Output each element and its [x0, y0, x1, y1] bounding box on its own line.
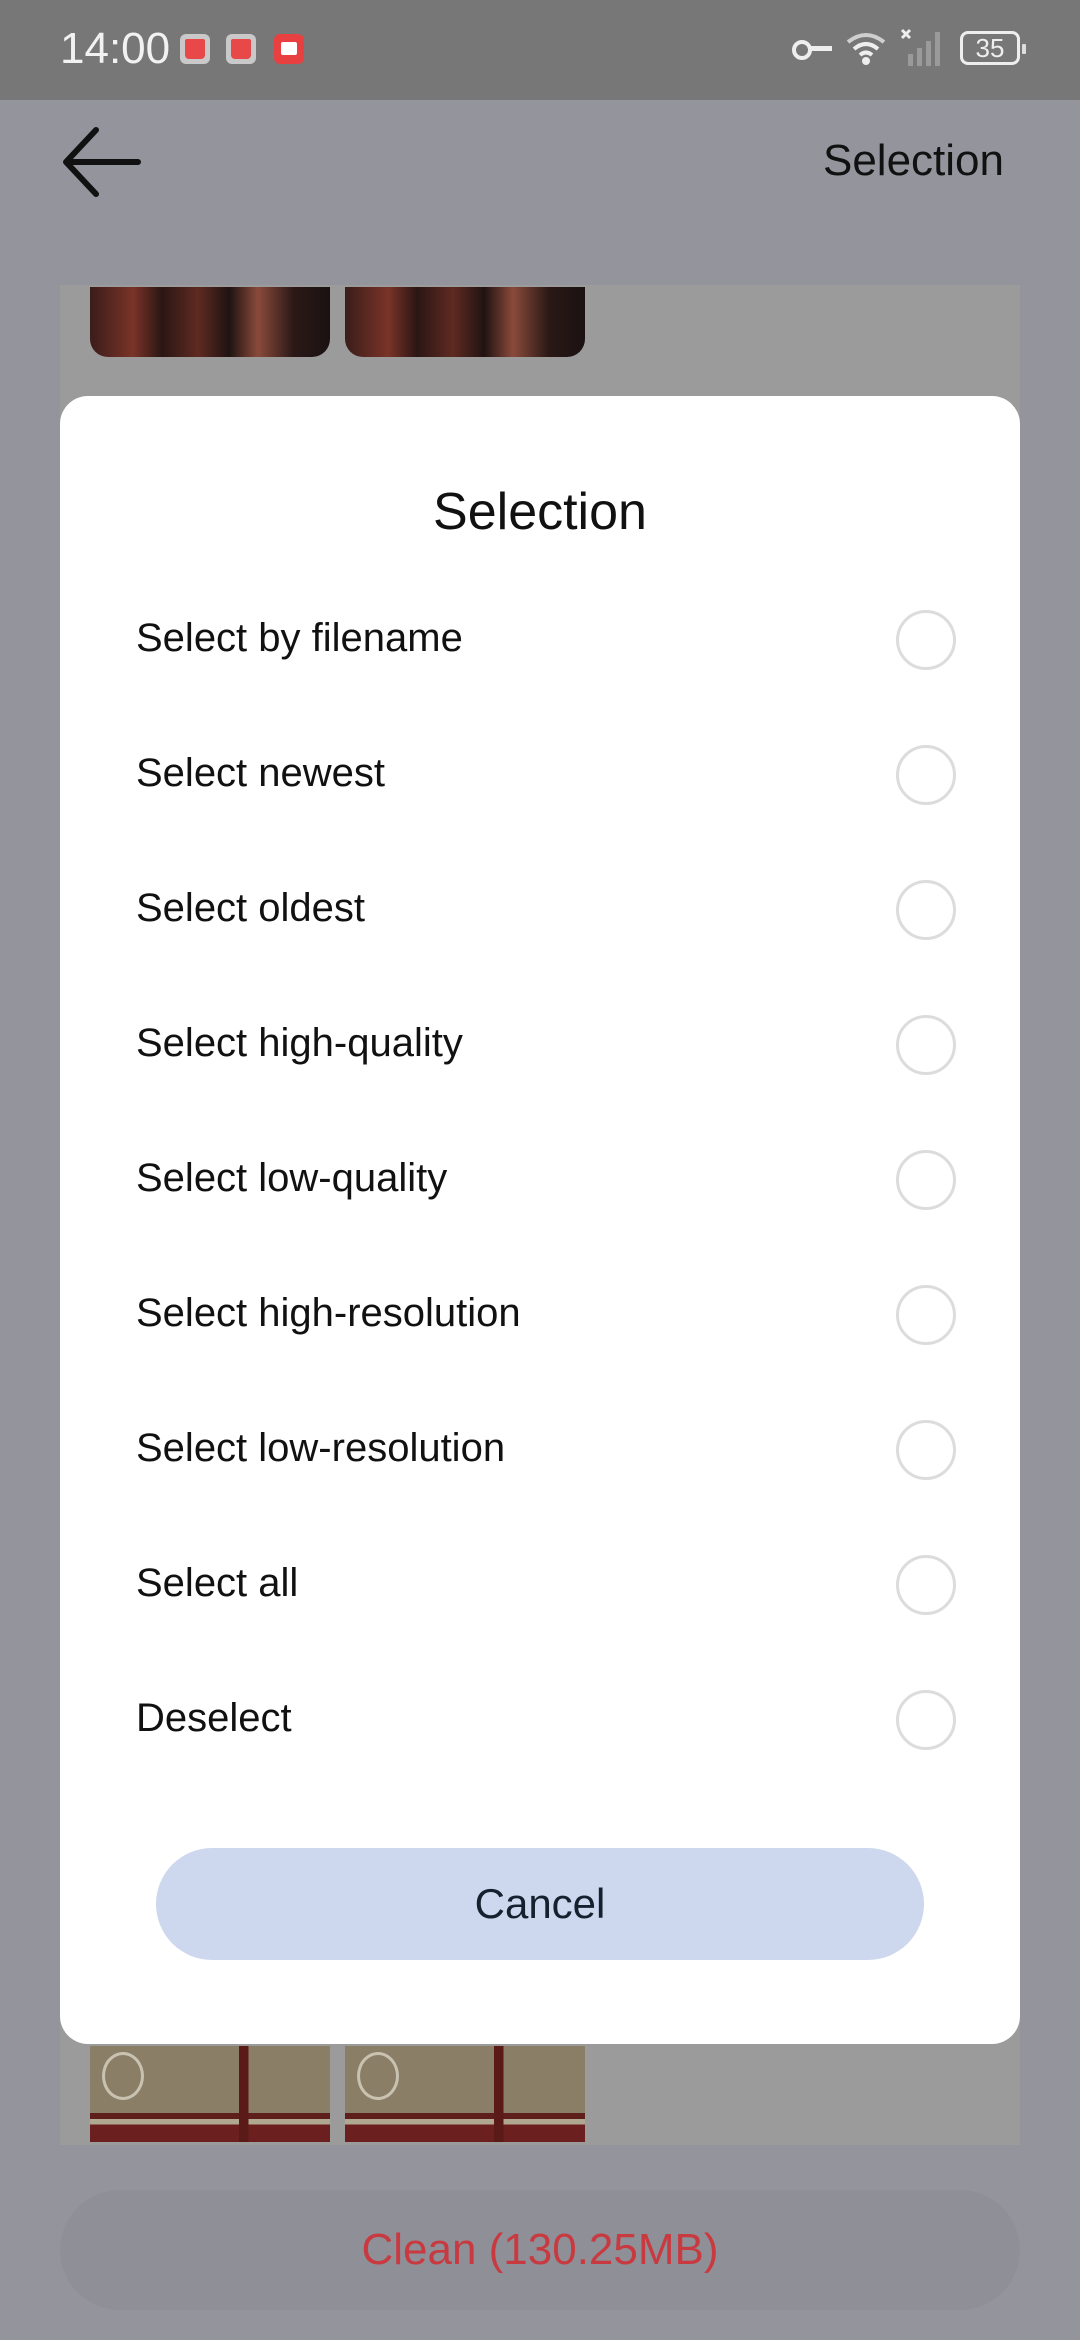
- back-button[interactable]: [60, 122, 144, 202]
- status-bar: 14:00 35: [0, 0, 1080, 100]
- option-label: Select high-quality: [136, 1021, 463, 1065]
- option-label: Deselect: [136, 1696, 292, 1740]
- radio-button[interactable]: [896, 1015, 956, 1075]
- photo-thumbnail[interactable]: [90, 287, 330, 357]
- option-select-newest[interactable]: Select newest: [126, 727, 956, 823]
- option-label: Select newest: [136, 751, 386, 795]
- photo-thumbnail[interactable]: [90, 2046, 330, 2142]
- wifi-icon: [846, 30, 886, 66]
- no-signal-icon: [900, 28, 946, 68]
- option-select-by-filename[interactable]: Select by filename: [126, 592, 956, 688]
- arrow-left-icon: [63, 127, 141, 197]
- photo-thumbnail[interactable]: [345, 2046, 585, 2142]
- option-label: Select all: [136, 1561, 299, 1605]
- option-select-low-resolution[interactable]: Select low-resolution: [126, 1402, 956, 1498]
- radio-button[interactable]: [896, 745, 956, 805]
- option-label: Select oldest: [136, 886, 366, 930]
- option-label: Select high-resolution: [136, 1291, 521, 1335]
- cat-app-notification-icon: [180, 34, 210, 64]
- option-select-high-resolution[interactable]: Select high-resolution: [126, 1267, 956, 1363]
- option-deselect[interactable]: Deselect: [126, 1672, 956, 1768]
- option-label: Select low-resolution: [136, 1426, 506, 1470]
- option-label: Select by filename: [136, 616, 463, 660]
- battery-icon: 35: [960, 31, 1026, 65]
- radio-button[interactable]: [896, 1285, 956, 1345]
- vpn-key-icon: [792, 38, 832, 60]
- dialog-title: Selection: [433, 483, 647, 541]
- option-select-all[interactable]: Select all: [126, 1537, 956, 1633]
- cat-app-notification-icon: [226, 34, 256, 64]
- option-select-low-quality[interactable]: Select low-quality: [126, 1132, 956, 1228]
- radio-button[interactable]: [896, 880, 956, 940]
- book-app-notification-icon: [274, 34, 304, 64]
- status-time: 14:00: [60, 24, 171, 73]
- radio-button[interactable]: [896, 1690, 956, 1750]
- radio-button[interactable]: [896, 610, 956, 670]
- option-select-high-quality[interactable]: Select high-quality: [126, 997, 956, 1093]
- selection-dialog: Selection Select by filename Select newe…: [60, 396, 1020, 2044]
- radio-button[interactable]: [896, 1420, 956, 1480]
- photo-thumbnail[interactable]: [345, 287, 585, 357]
- option-label: Select low-quality: [136, 1156, 448, 1200]
- photo-select-checkbox[interactable]: [102, 2052, 144, 2100]
- radio-button[interactable]: [896, 1555, 956, 1615]
- clean-button[interactable]: Clean (130.25MB): [60, 2190, 1020, 2310]
- cancel-button[interactable]: Cancel: [156, 1848, 924, 1960]
- option-select-oldest[interactable]: Select oldest: [126, 862, 956, 958]
- photo-select-checkbox[interactable]: [357, 2052, 399, 2100]
- radio-button[interactable]: [896, 1150, 956, 1210]
- app-title[interactable]: Selection: [823, 136, 1004, 186]
